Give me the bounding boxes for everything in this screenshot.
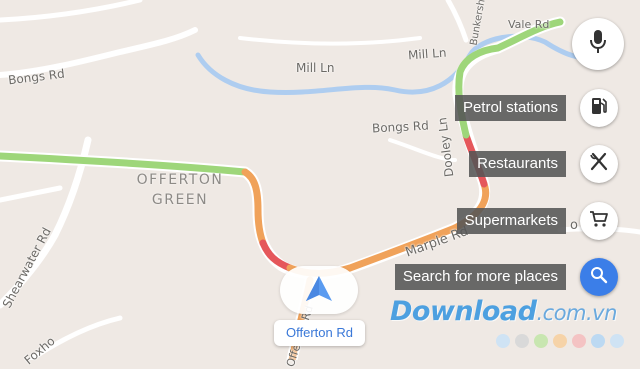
street-label-partial: o — [570, 218, 578, 233]
watermark-dot — [553, 334, 567, 348]
shopping-cart-icon — [589, 209, 609, 234]
street-label-mill-ln-2: Mill Ln — [407, 45, 447, 63]
current-location-marker — [280, 266, 358, 314]
street-label-vale-rd: Vale Rd — [508, 18, 550, 31]
fork-knife-icon — [589, 152, 609, 177]
voice-search-button[interactable] — [572, 18, 624, 70]
watermark-dot — [572, 334, 586, 348]
watermark-dot — [515, 334, 529, 348]
area-label-line2: GREEN — [151, 192, 209, 208]
restaurants-button[interactable] — [580, 145, 618, 183]
gas-station-icon — [590, 96, 608, 121]
street-label-mill-ln: Mill Ln — [296, 61, 335, 75]
watermark-dot — [534, 334, 548, 348]
river — [195, 33, 603, 95]
watermark-dot — [496, 334, 510, 348]
area-label-line1: OFFERTON — [136, 172, 224, 188]
watermark-dot — [591, 334, 605, 348]
watermark-suffix: .com.vn — [536, 301, 617, 325]
road-west-spur — [0, 185, 63, 203]
petrol-stations-label[interactable]: Petrol stations — [454, 95, 566, 121]
road-top-left — [0, 0, 143, 23]
watermark-logo: Download.com.vn — [390, 296, 617, 327]
search-more-places-label[interactable]: Search for more places — [394, 264, 566, 290]
restaurants-label[interactable]: Restaurants — [469, 151, 566, 177]
road-bongs-rd-west — [0, 27, 198, 78]
street-label-bongs-rd-east: Bongs Rd — [371, 118, 430, 136]
current-road-label: Offerton Rd — [274, 320, 365, 346]
watermark-brand: Download — [390, 296, 537, 327]
supermarkets-button[interactable] — [580, 202, 618, 240]
microphone-icon — [588, 29, 608, 60]
area-label: OFFERTON GREEN — [128, 170, 232, 210]
watermark-dots — [496, 334, 624, 348]
petrol-stations-button[interactable] — [580, 89, 618, 127]
search-icon — [590, 266, 608, 289]
navigation-arrow-icon — [304, 274, 334, 309]
road-mill-ln — [238, 36, 422, 46]
search-more-places-button[interactable] — [580, 258, 618, 296]
watermark-dot — [610, 334, 624, 348]
road-bunkershill — [445, 0, 469, 43]
supermarkets-label[interactable]: Supermarkets — [456, 208, 566, 234]
